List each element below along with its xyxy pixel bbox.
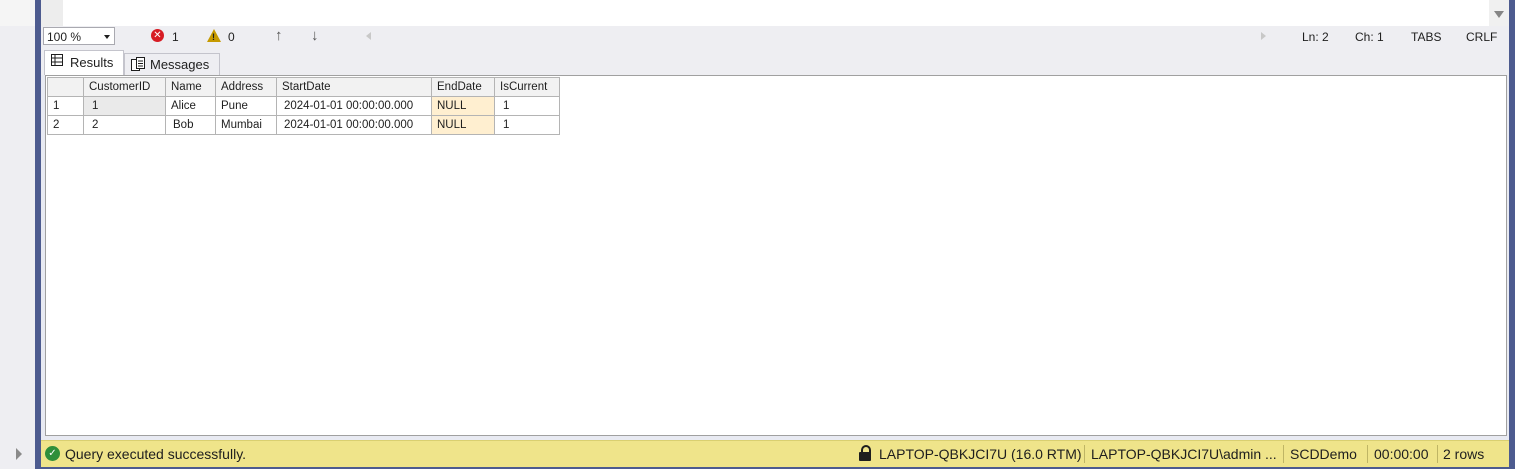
cell-enddate[interactable]: NULL [431, 96, 495, 116]
column-header-customerid[interactable]: CustomerID [83, 77, 166, 97]
expand-arrow-icon[interactable] [16, 448, 22, 460]
results-grid[interactable]: CustomerID Name Address StartDate EndDat… [47, 77, 560, 135]
tab-messages[interactable]: Messages [124, 53, 220, 75]
window-frame-right [1509, 0, 1515, 469]
cell-customerid[interactable]: 1 [83, 96, 166, 116]
left-gutter [0, 0, 35, 469]
gutter-top [0, 0, 35, 26]
lock-icon [859, 445, 871, 461]
success-icon: ✓ [45, 446, 60, 461]
cell-enddate[interactable]: NULL [431, 115, 495, 135]
cell-startdate[interactable]: 2024-01-01 00:00:00.000 [276, 96, 432, 116]
row-number-header[interactable] [47, 77, 84, 97]
column-header-enddate[interactable]: EndDate [431, 77, 495, 97]
line-ending-mode[interactable]: CRLF [1466, 30, 1497, 44]
grid-header-row: CustomerID Name Address StartDate EndDat… [47, 77, 560, 97]
editor-margin [41, 0, 63, 26]
cell-iscurrent[interactable]: 1 [494, 115, 560, 135]
cell-customerid[interactable]: 2 [83, 115, 166, 135]
status-divider [1283, 445, 1284, 463]
status-message: Query executed successfully. [65, 446, 247, 462]
results-grid-pane[interactable]: CustomerID Name Address StartDate EndDat… [45, 75, 1507, 436]
zoom-select[interactable]: 100 % [43, 27, 115, 45]
scroll-right-icon[interactable] [1261, 32, 1266, 40]
next-issue-arrow-icon[interactable]: ↓ [311, 28, 319, 44]
status-divider [1367, 445, 1368, 463]
status-divider [1084, 445, 1085, 463]
grid-icon [51, 54, 63, 69]
column-header-startdate[interactable]: StartDate [276, 77, 432, 97]
table-row[interactable]: 1 1 Alice Pune 2024-01-01 00:00:00.000 N… [47, 96, 560, 116]
chevron-down-icon[interactable] [104, 35, 110, 39]
tab-results-label: Results [70, 55, 114, 70]
query-editor[interactable] [41, 0, 1509, 26]
cell-startdate[interactable]: 2024-01-01 00:00:00.000 [276, 115, 432, 135]
column-header-name[interactable]: Name [165, 77, 216, 97]
scroll-down-icon[interactable] [1494, 11, 1504, 18]
elapsed-time: 00:00:00 [1374, 446, 1429, 462]
database-name: SCDDemo [1290, 446, 1357, 462]
column-header-iscurrent[interactable]: IsCurrent [494, 77, 560, 97]
server-name: LAPTOP-QBKJCI7U (16.0 RTM) [879, 446, 1082, 462]
row-count: 2 rows [1443, 446, 1485, 462]
login-user: LAPTOP-QBKJCI7U\admin ... [1091, 446, 1277, 462]
results-tabbar: Results Messages [41, 47, 1509, 75]
cell-name[interactable]: Bob [165, 115, 216, 135]
cell-address[interactable]: Pune [215, 96, 277, 116]
previous-issue-arrow-icon[interactable]: ↑ [275, 28, 283, 44]
cell-address[interactable]: Mumbai [215, 115, 277, 135]
row-number[interactable]: 1 [47, 96, 84, 116]
status-divider [1437, 445, 1438, 463]
warning-count[interactable]: 0 [228, 30, 235, 44]
line-indicator: Ln: 2 [1302, 30, 1329, 44]
column-header-address[interactable]: Address [215, 77, 277, 97]
editor-status-strip: 100 % ✕ 1 ! 0 ↑ ↓ Ln: 2 Ch: 1 TABS CRLF [41, 26, 1509, 47]
messages-icon [131, 57, 145, 74]
cell-iscurrent[interactable]: 1 [494, 96, 560, 116]
row-number[interactable]: 2 [47, 115, 84, 135]
query-status-bar: ✓ Query executed successfully. LAPTOP-QB… [41, 440, 1509, 467]
editor-vertical-scrollbar[interactable] [1489, 0, 1509, 26]
zoom-value: 100 % [47, 30, 82, 44]
cell-name[interactable]: Alice [165, 96, 216, 116]
warning-icon[interactable]: ! [207, 29, 221, 42]
error-count[interactable]: 1 [172, 30, 179, 44]
table-row[interactable]: 2 2 Bob Mumbai 2024-01-01 00:00:00.000 N… [47, 115, 560, 135]
error-icon[interactable]: ✕ [151, 29, 164, 42]
tab-messages-label: Messages [150, 57, 210, 72]
indent-mode[interactable]: TABS [1411, 30, 1441, 44]
tab-results[interactable]: Results [44, 50, 124, 75]
scroll-left-icon[interactable] [366, 32, 371, 40]
char-indicator: Ch: 1 [1355, 30, 1384, 44]
